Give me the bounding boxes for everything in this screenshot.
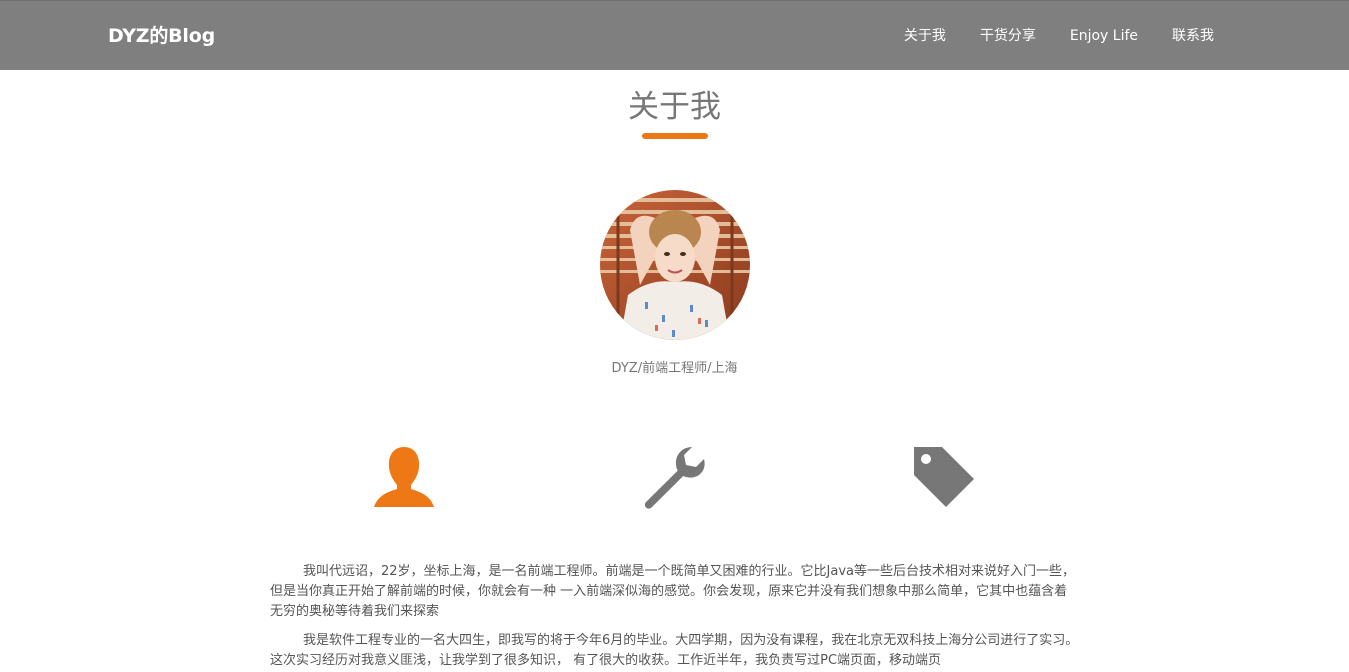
nav-item-contact[interactable]: 联系我 — [1172, 27, 1214, 45]
top-navbar: DYZ的Blog 关于我 干货分享 Enjoy Life 联系我 — [0, 0, 1349, 70]
title-underline — [642, 133, 708, 139]
intro-paragraph-2: 我是软件工程专业的一名大四生，即我写的将于今年6月的毕业。大四学期，因为没有课程… — [270, 633, 1079, 668]
nav-item-about[interactable]: 关于我 — [904, 27, 946, 45]
main-nav: 关于我 干货分享 Enjoy Life 联系我 — [870, 27, 1214, 45]
intro-paragraph-1: 我叫代远诏，22岁，坐标上海，是一名前端工程师。前端是一个既简单又困难的行业。它… — [270, 564, 1076, 619]
user-icon — [372, 445, 436, 509]
profile-subtitle: DYZ/前端工程师/上海 — [611, 361, 738, 376]
avatar — [600, 190, 750, 340]
nav-item-enjoy-life[interactable]: Enjoy Life — [1070, 27, 1138, 45]
tag-icon — [912, 445, 976, 509]
nav-item-share[interactable]: 干货分享 — [980, 27, 1036, 45]
wrench-icon — [642, 445, 706, 509]
brand-logo-link[interactable]: DYZ的Blog — [108, 24, 215, 48]
section-title: 关于我 — [628, 89, 721, 125]
